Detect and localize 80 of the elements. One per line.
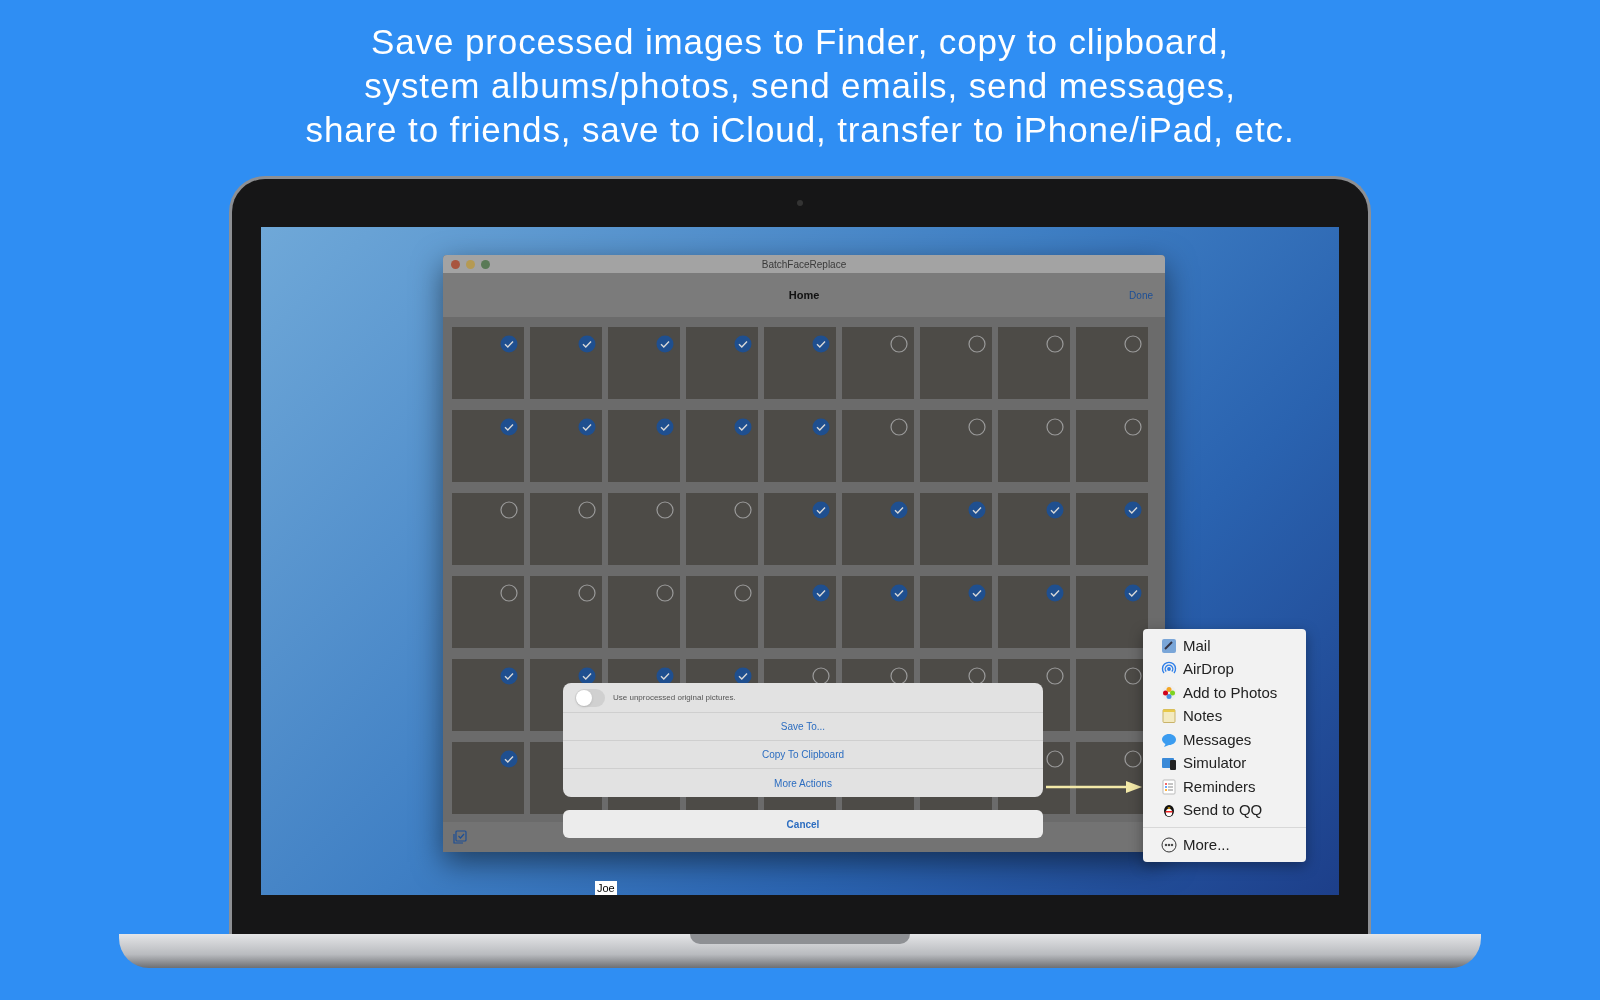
empty-circle-icon[interactable] — [890, 418, 908, 436]
empty-circle-icon[interactable] — [578, 584, 596, 602]
empty-circle-icon[interactable] — [968, 667, 986, 685]
empty-circle-icon[interactable] — [1124, 667, 1142, 685]
share-menu-item[interactable]: Add to Photos — [1143, 681, 1306, 705]
checkmark-icon[interactable] — [734, 418, 752, 436]
checkmark-icon[interactable] — [812, 335, 830, 353]
checkmark-icon[interactable] — [578, 667, 596, 685]
more-icon — [1161, 837, 1177, 853]
headline-text: system albums/photos, send emails, send messages, — [364, 65, 1236, 107]
notepad-icon — [1161, 708, 1177, 725]
checkmark-icon[interactable] — [734, 667, 752, 685]
penguin-icon — [1161, 802, 1177, 819]
empty-circle-icon[interactable] — [968, 335, 986, 353]
share-menu-item[interactable]: Notes — [1143, 704, 1306, 728]
checkmark-icon[interactable] — [656, 418, 674, 436]
action-button[interactable]: Save To... — [563, 713, 1043, 741]
empty-circle-icon[interactable] — [578, 501, 596, 519]
empty-circle-icon[interactable] — [1124, 418, 1142, 436]
empty-circle-icon[interactable] — [1124, 335, 1142, 353]
cancel-button[interactable]: Cancel — [563, 810, 1043, 838]
share-menu-item[interactable]: AirDrop — [1143, 657, 1306, 681]
checkmark-icon[interactable] — [968, 501, 986, 519]
desktop-label: Joe — [595, 881, 617, 895]
empty-circle-icon[interactable] — [500, 584, 518, 602]
device-icon — [1161, 755, 1177, 772]
share-menu-item[interactable]: More... — [1143, 833, 1306, 857]
checkmark-icon[interactable] — [812, 501, 830, 519]
window-title: BatchFaceReplace — [761, 257, 847, 272]
checkmark-icon[interactable] — [812, 418, 830, 436]
checkmark-icon[interactable] — [812, 584, 830, 602]
speech-bubble-icon — [1161, 731, 1177, 748]
checkmark-icon[interactable] — [500, 335, 518, 353]
checkmark-icon[interactable] — [500, 667, 518, 685]
checkmark-icon[interactable] — [1046, 501, 1064, 519]
checkmark-icon[interactable] — [968, 584, 986, 602]
empty-circle-icon[interactable] — [1124, 750, 1142, 768]
checkmark-icon[interactable] — [500, 750, 518, 768]
toggle-switch[interactable] — [575, 688, 605, 707]
toggle-label: Use unprocessed original pictures. — [613, 691, 736, 704]
headline-text: Save processed images to Finder, copy to clipboard, — [371, 21, 1229, 63]
checkmark-icon[interactable] — [1046, 584, 1064, 602]
checkmark-icon[interactable] — [578, 418, 596, 436]
action-button[interactable]: More Actions — [563, 769, 1043, 797]
share-menu-item[interactable]: Simulator — [1143, 751, 1306, 775]
empty-circle-icon[interactable] — [1046, 418, 1064, 436]
checkmark-icon[interactable] — [656, 667, 674, 685]
checkmark-icon[interactable] — [578, 335, 596, 353]
share-menu-item[interactable]: Messages — [1143, 728, 1306, 752]
empty-circle-icon[interactable] — [890, 667, 908, 685]
empty-circle-icon[interactable] — [656, 584, 674, 602]
checkmark-icon[interactable] — [500, 418, 518, 436]
empty-circle-icon[interactable] — [1046, 750, 1064, 768]
checkmark-icon[interactable] — [656, 335, 674, 353]
empty-circle-icon[interactable] — [812, 667, 830, 685]
share-menu-item[interactable]: Send to QQ — [1143, 798, 1306, 822]
share-menu-item[interactable]: Mail — [1143, 634, 1306, 658]
empty-circle-icon[interactable] — [1046, 335, 1064, 353]
empty-circle-icon[interactable] — [734, 501, 752, 519]
close-icon[interactable] — [451, 260, 460, 269]
checkmark-icon[interactable] — [734, 335, 752, 353]
checkmark-icon[interactable] — [890, 501, 908, 519]
select-all-icon[interactable] — [453, 830, 467, 844]
checkmark-icon[interactable] — [1124, 501, 1142, 519]
checkmark-icon[interactable] — [890, 584, 908, 602]
list-icon — [1161, 778, 1177, 795]
empty-circle-icon[interactable] — [968, 418, 986, 436]
empty-circle-icon[interactable] — [890, 335, 908, 353]
zoom-icon[interactable] — [481, 260, 490, 269]
share-menu-item[interactable]: Reminders — [1143, 775, 1306, 799]
nav-title: Home — [788, 287, 820, 303]
photo-placeholder[interactable] — [1076, 576, 1148, 648]
empty-circle-icon[interactable] — [1046, 667, 1064, 685]
checkmark-icon[interactable] — [1124, 584, 1142, 602]
empty-circle-icon[interactable] — [734, 584, 752, 602]
action-button[interactable]: Copy To Clipboard — [563, 741, 1043, 769]
empty-circle-icon[interactable] — [500, 501, 518, 519]
flower-icon — [1161, 684, 1177, 701]
headline-text: share to friends, save to iCloud, transfer to iPhone/iPad, etc. — [305, 109, 1295, 151]
empty-circle-icon[interactable] — [656, 501, 674, 519]
